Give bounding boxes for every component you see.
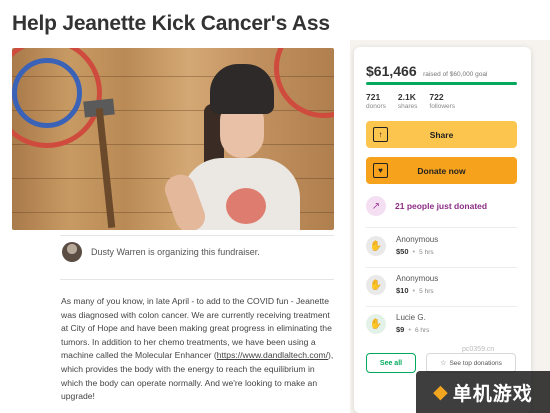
donation-list-item: ✋ Anonymous $50 • 5 hrs (366, 235, 438, 256)
campaign-story: As many of you know, in late April - to … (61, 295, 339, 404)
progress-bar (366, 82, 517, 85)
trending-up-icon: ↗ (366, 196, 386, 216)
donation-list-item: ✋ Anonymous $10 • 5 hrs (366, 274, 438, 295)
divider (60, 235, 334, 236)
divider (60, 279, 334, 280)
share-button[interactable]: ↑ Share (366, 121, 517, 148)
divider (366, 267, 517, 268)
campaign-photo (12, 48, 334, 230)
see-top-label: See top donations (449, 359, 502, 367)
donate-hand-icon: ♥ (373, 163, 388, 178)
donate-label: Donate now (417, 165, 466, 176)
raised-summary: $61,466 raised of $60,000 goal (366, 63, 487, 81)
campaign-stats: 721 donors 2.1K shares 722 followers (366, 92, 455, 110)
anonymous-donor-icon: ✋ (366, 275, 386, 295)
goal-text: raised of $60,000 goal (423, 71, 488, 78)
see-all-button[interactable]: See all (366, 353, 416, 373)
share-label: Share (429, 129, 454, 140)
watermark-url: pc0359.cn (462, 346, 495, 353)
divider (366, 227, 517, 228)
see-top-donations-button[interactable]: ☆ See top donations (426, 353, 516, 373)
divider (366, 306, 517, 307)
organizer-row: Dusty Warren is organizing this fundrais… (62, 242, 260, 262)
star-icon: ☆ (440, 360, 447, 367)
watermark-logo: ◆ 单机游戏 (416, 371, 550, 413)
recent-donations-banner: ↗ 21 people just donated (366, 196, 487, 216)
raised-amount: $61,466 (366, 63, 417, 79)
campaign-title: Help Jeanette Kick Cancer's Ass (12, 12, 330, 35)
organizer-text: Dusty Warren is organizing this fundrais… (91, 247, 260, 257)
stat-donors: 721 donors (366, 92, 386, 110)
donation-card: $61,466 raised of $60,000 goal 721 donor… (354, 47, 531, 413)
stat-followers: 722 followers (429, 92, 456, 110)
share-icon: ↑ (373, 127, 388, 142)
story-link[interactable]: https://www.dandlaltech.com/ (217, 350, 328, 360)
watermark-emblem-icon: ◆ (433, 381, 449, 403)
stat-shares: 2.1K shares (397, 92, 418, 110)
donation-list-item: ✋ Lucie G. $9 • 6 hrs (366, 313, 429, 334)
donate-button[interactable]: ♥ Donate now (366, 157, 517, 184)
recent-donations-text: 21 people just donated (395, 201, 488, 211)
organizer-avatar[interactable] (62, 242, 82, 262)
progress-fill (366, 82, 517, 85)
anonymous-donor-icon: ✋ (366, 236, 386, 256)
watermark-brand: 单机游戏 (452, 382, 533, 405)
donor-icon: ✋ (366, 314, 386, 334)
